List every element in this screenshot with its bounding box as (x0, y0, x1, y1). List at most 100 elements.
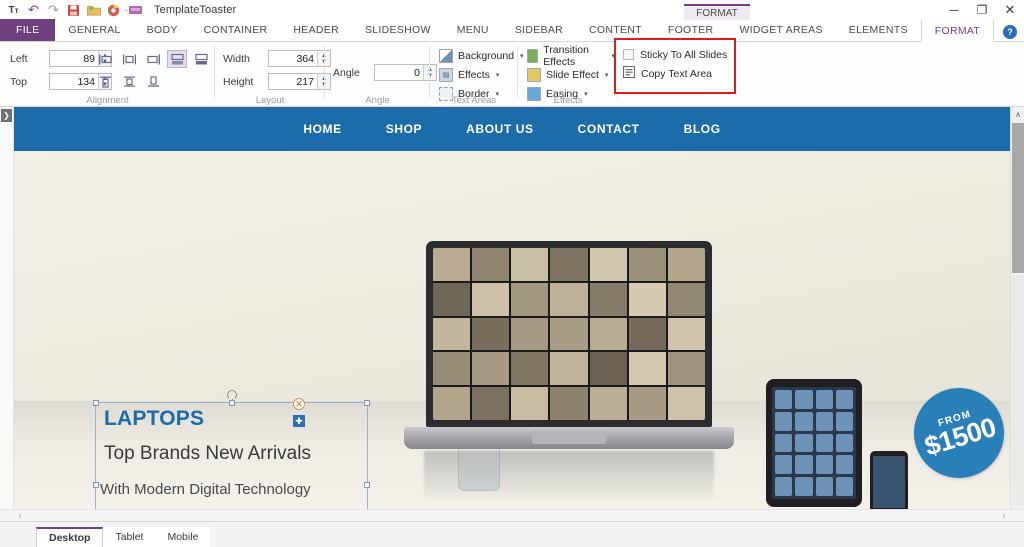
nav-link-shop[interactable]: SHOP (364, 122, 444, 136)
slide-effect-menu-item[interactable]: Slide Effect ▾ (524, 65, 618, 84)
undo-icon[interactable]: ↶ (25, 2, 42, 18)
chevron-down-icon[interactable]: ▾ (496, 71, 500, 79)
nav-link-home[interactable]: HOME (281, 122, 363, 136)
resize-handle-e[interactable] (364, 482, 370, 488)
height-input[interactable] (269, 74, 317, 89)
resize-handle-w[interactable] (93, 482, 99, 488)
copy-text-area-row[interactable]: Copy Text Area (616, 64, 734, 83)
app-title: TemplateToaster (154, 4, 237, 16)
tab-slideshow[interactable]: SLIDESHOW (352, 19, 444, 41)
align-top-icon[interactable] (95, 72, 115, 90)
align-bottom-edge-icon[interactable] (191, 50, 211, 68)
text-area-heading[interactable]: LAPTOPS (104, 407, 204, 431)
vertical-scroll-track[interactable] (1012, 275, 1024, 505)
width-label: Width (223, 52, 250, 65)
browser-preview-icon[interactable] (105, 2, 122, 18)
redo-icon[interactable]: ↷ (45, 2, 62, 18)
tab-body[interactable]: BODY (134, 19, 191, 41)
effects-menu-item[interactable]: ▤ Effects ▾ (436, 65, 527, 84)
sticky-to-all-slides-checkbox[interactable] (623, 49, 634, 60)
align-middle-icon[interactable] (119, 72, 139, 90)
angle-label: Angle (333, 66, 360, 79)
left-input[interactable] (50, 51, 98, 66)
resize-handle-nw[interactable] (93, 400, 99, 406)
height-field-row: Height ▲▼ (223, 73, 331, 90)
tab-widget-areas[interactable]: WIDGET AREAS (726, 19, 835, 41)
device-tab-mobile[interactable]: Mobile (155, 527, 211, 547)
copy-text-area-label: Copy Text Area (641, 67, 713, 80)
tab-header[interactable]: HEADER (280, 19, 352, 41)
vertical-scroll-thumb[interactable] (1012, 123, 1024, 273)
help-icon[interactable]: ? (996, 22, 1024, 42)
nav-link-about-us[interactable]: ABOUT US (444, 122, 555, 136)
tablet-image (766, 379, 862, 507)
tab-general[interactable]: GENERAL (55, 19, 133, 41)
laptop-image (404, 241, 734, 503)
slide-effect-label: Slide Effect (546, 68, 599, 81)
top-input[interactable] (50, 74, 98, 89)
help-button-row: ? (996, 22, 1024, 42)
tab-elements[interactable]: ELEMENTS (836, 19, 921, 41)
device-tab-bar: Desktop Tablet Mobile (0, 521, 1024, 547)
expand-panel-icon[interactable]: ❯ (1, 109, 12, 122)
tab-menu[interactable]: MENU (444, 19, 502, 41)
scroll-up-arrow[interactable]: ∧ (1011, 107, 1024, 121)
delete-text-area-button[interactable]: ✕ (293, 398, 305, 410)
angle-input[interactable] (375, 65, 423, 80)
ribbon-group-angle: Angle ▲▼ Angle (325, 42, 437, 107)
restore-button[interactable]: ❐ (968, 0, 996, 20)
align-left-icon[interactable] (95, 50, 115, 68)
transition-effects-icon (527, 48, 539, 63)
background-menu-item[interactable]: Background ▾ (436, 46, 527, 65)
left-label: Left (10, 52, 28, 65)
minimize-button[interactable]: ─ (940, 0, 968, 20)
close-button[interactable]: ✕ (996, 0, 1024, 20)
save-icon[interactable] (65, 2, 82, 18)
sticky-to-all-slides-row[interactable]: Sticky To All Slides (616, 45, 734, 64)
text-area-tagline[interactable]: With Modern Digital Technology (100, 481, 311, 498)
nav-link-contact[interactable]: CONTACT (556, 122, 662, 136)
ribbon-group-text-areas: Background ▾ ▤ Effects ▾ Border ▾ Text A… (430, 42, 524, 107)
add-text-area-button[interactable]: ✚ (293, 415, 305, 427)
resize-handle-ne[interactable] (364, 400, 370, 406)
device-tab-desktop[interactable]: Desktop (36, 527, 104, 547)
align-right-icon[interactable] (143, 50, 163, 68)
tab-file[interactable]: FILE (0, 19, 56, 41)
chevron-down-icon[interactable]: ▾ (605, 71, 609, 79)
selected-text-area[interactable]: LAPTOPS Top Brands New Arrivals With Mod… (93, 390, 370, 521)
tab-container[interactable]: CONTAINER (191, 19, 281, 41)
nav-link-blog[interactable]: BLOG (662, 122, 743, 136)
height-spinner[interactable]: ▲▼ (268, 73, 331, 90)
wordpress-export-icon[interactable]: · woo (125, 2, 143, 18)
align-center-horizontal-icon[interactable] (119, 50, 139, 68)
design-canvas: ❯ HOME SHOP ABOUT US CONTACT BLOG FROM $… (0, 107, 1024, 521)
slideshow-hero: FROM $1500 LAPTOPS Top Brands New Arriva… (14, 151, 1010, 521)
resize-handle-n[interactable] (228, 400, 235, 406)
tab-sidebar[interactable]: SIDEBAR (502, 19, 576, 41)
highlighted-options-box: Sticky To All Slides Copy Text Area (614, 38, 736, 94)
angle-spinner[interactable]: ▲▼ (374, 64, 437, 81)
tab-format[interactable]: FORMAT (920, 20, 995, 42)
device-tab-tablet[interactable]: Tablet (103, 527, 156, 547)
title-bar: Tт ↶ ↷ · woo TemplateToaster ─ ❐ ✕ (0, 0, 1024, 20)
width-input[interactable] (269, 51, 317, 66)
align-top-edge-icon[interactable] (167, 50, 187, 68)
left-rail: ❯ (0, 107, 14, 521)
slide-effect-icon (527, 67, 541, 82)
horizontal-scrollbar[interactable]: ‹ › (0, 509, 1024, 521)
laptop-trackpad (532, 431, 606, 444)
text-tool-icon[interactable]: Tт (5, 2, 22, 18)
vertical-scrollbar[interactable]: ∧ ∨ (1010, 107, 1024, 521)
align-bottom-icon[interactable] (143, 72, 163, 90)
background-label: Background (458, 49, 515, 62)
text-area-subheading[interactable]: Top Brands New Arrivals (104, 443, 311, 465)
window-controls: ─ ❐ ✕ (940, 0, 1024, 20)
copy-text-area-icon (623, 66, 635, 81)
quick-access-toolbar: Tт ↶ ↷ · woo (0, 2, 143, 18)
open-folder-icon[interactable] (85, 2, 102, 18)
templatetoaster-window: Tт ↶ ↷ · woo TemplateToaster ─ ❐ ✕ FILE … (0, 0, 1024, 547)
width-spinner[interactable]: ▲▼ (268, 50, 331, 67)
transition-effects-menu-item[interactable]: Transition Effects ▾ (524, 44, 618, 68)
width-field-row: Width ▲▼ (223, 50, 331, 67)
angle-group-label: Angle (365, 95, 390, 106)
